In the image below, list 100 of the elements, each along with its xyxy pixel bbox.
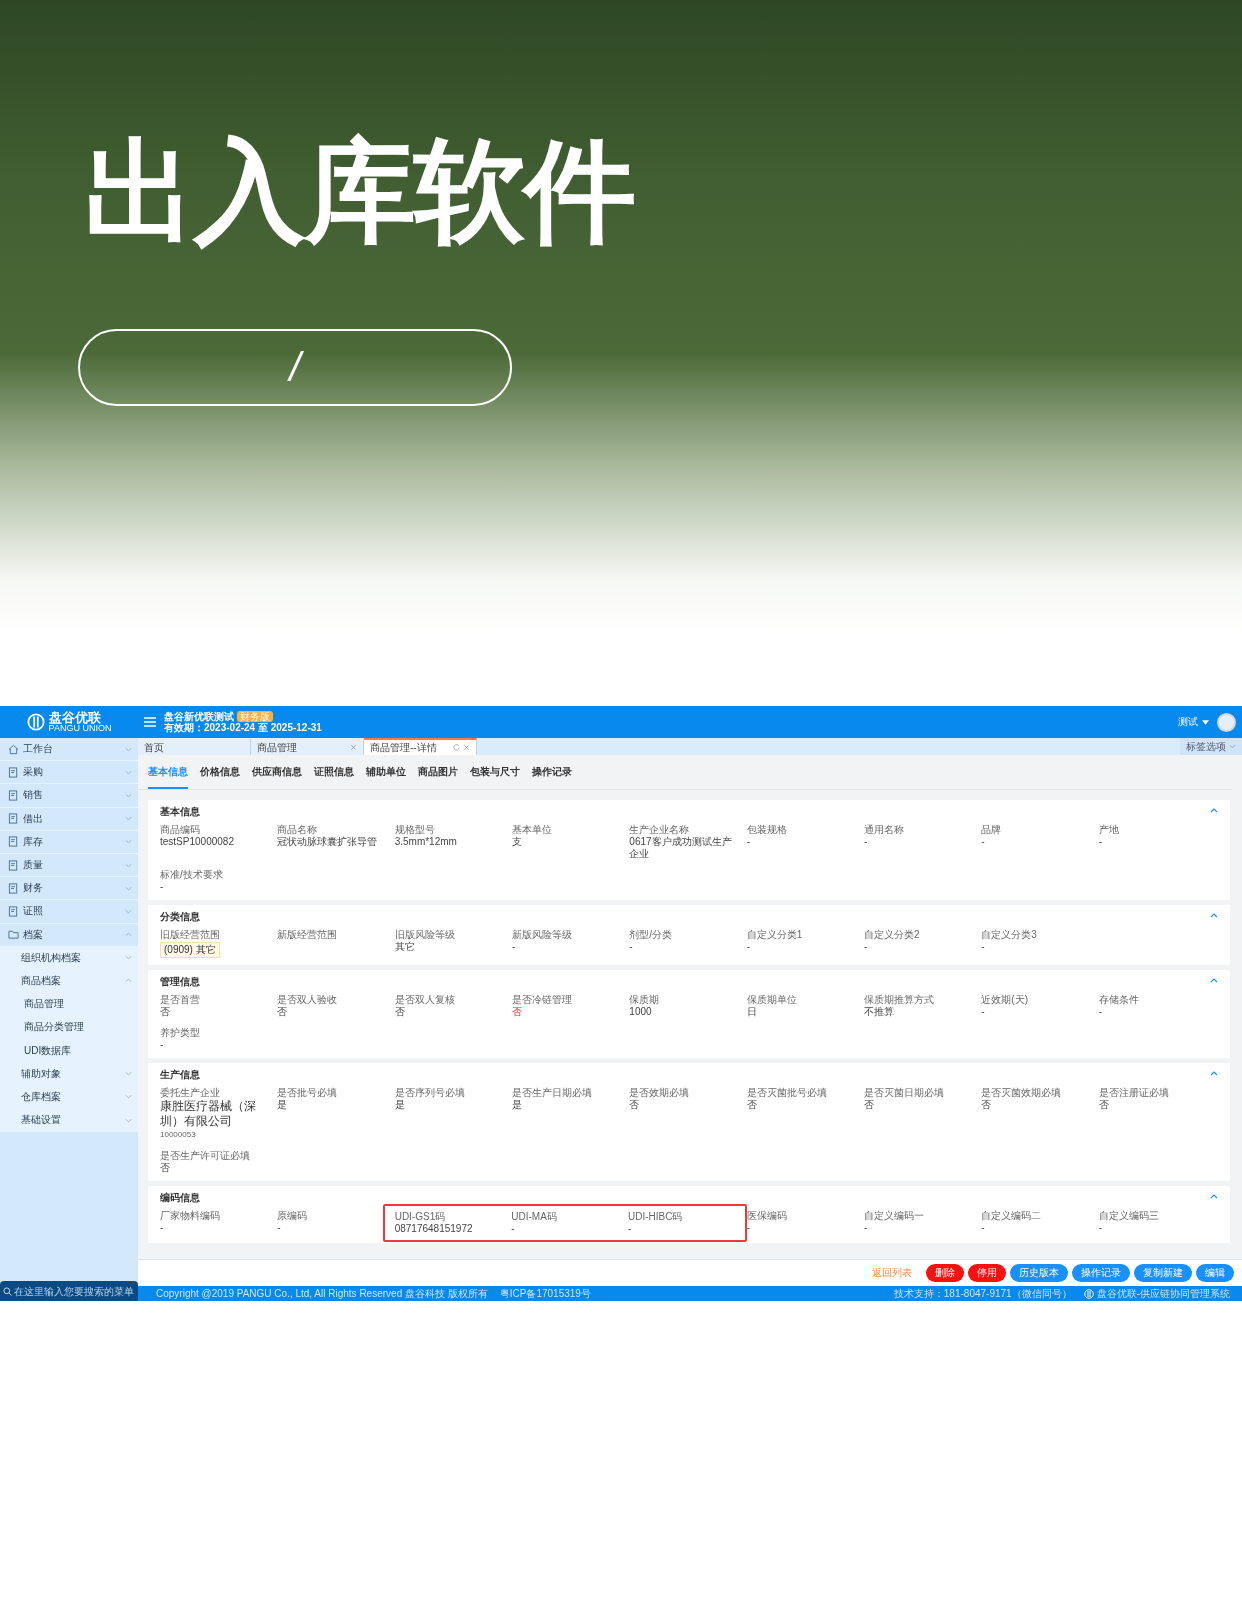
chevron-down-icon[interactable] [1229,743,1236,750]
collapse-icon[interactable] [1210,913,1218,918]
sidebar-item[interactable]: 商品分类管理 [0,1016,138,1040]
card-title: 基本信息 [160,805,200,819]
chevron-down-icon[interactable] [125,1117,132,1123]
caret-icon[interactable] [1202,719,1209,725]
field-label: 商品名称 [277,824,319,836]
chevron-down-icon[interactable] [125,769,132,775]
document-icon [8,836,19,848]
sidebar-item[interactable]: UDI数据库 [0,1039,138,1063]
chevron-down-icon[interactable] [125,816,132,822]
close-icon[interactable] [350,744,357,751]
chevron-down-icon[interactable] [125,1094,132,1100]
field-label: 新版风险等级 [512,929,573,941]
search-icon [3,1286,12,1296]
field-value: 日 [746,1006,758,1018]
field-value: 支 [512,836,523,848]
chevron-up-icon[interactable] [125,932,132,938]
sidebar-item[interactable]: 商品档案 [0,969,138,994]
collapse-icon[interactable] [1210,1071,1218,1076]
card-title: 编码信息 [160,1191,200,1205]
field-label: 自定义分类3 [981,929,1038,941]
chevron-down-icon[interactable] [125,908,132,914]
menu-search-field[interactable]: 在这里输入您要搜索的菜单 [0,1281,138,1301]
field-label: 近效期(天) [981,994,1029,1006]
field-label: 是否效期必填 [629,1087,691,1099]
collapse-icon[interactable] [1210,1194,1218,1199]
section-tab[interactable]: 证照信息 [314,755,354,789]
section-tab[interactable]: 包装与尺寸 [470,755,520,789]
sidebar-item[interactable]: 仓库档案 [0,1085,138,1109]
field-value: 否 [746,1099,758,1111]
avatar[interactable] [1217,712,1236,732]
document-icon [8,882,19,894]
field-value: - [746,941,751,953]
field-label: 存储条件 [1098,994,1140,1006]
field-label: 是否双人复核 [394,994,456,1006]
field-label: UDI-GS1码 [394,1211,447,1223]
section-tab[interactable]: 商品图片 [418,755,458,789]
field-value: - [1098,1222,1103,1234]
field-value: - [864,836,869,848]
sidebar-item[interactable]: 基础设置 [0,1109,138,1133]
logo-subtext: PANGU UNION [48,724,112,733]
field-label: 基本单位 [512,824,553,836]
collapse-icon[interactable] [1210,808,1218,813]
field-value: 否 [1098,1099,1110,1111]
field-label: 规格型号 [394,824,436,836]
field-value: 08717648151972 [394,1223,474,1235]
field-note: 10000053 [160,1129,197,1141]
page-tab[interactable]: 首页 [138,738,251,755]
section-tab[interactable]: 辅助单位 [366,755,406,789]
field-value: 1000 [629,1006,653,1018]
tab-options-button[interactable]: 标签选项 [1180,738,1242,755]
field-value: 冠状动脉球囊扩张导管 [277,836,379,848]
section-tab[interactable]: 操作记录 [532,755,572,789]
sidebar-item[interactable]: 组织机构档案 [0,946,138,970]
home-icon [8,743,19,755]
field-value: 是 [512,1099,523,1111]
field-value: - [981,1006,986,1018]
logo-text: 盘谷优联 [48,711,101,724]
section-tab[interactable]: 供应商信息 [252,755,302,789]
field-label: 是否批号必填 [277,1087,339,1099]
chevron-up-icon[interactable] [125,978,132,984]
chevron-down-icon[interactable] [125,839,132,845]
sidebar-item[interactable]: 商品管理 [0,993,138,1017]
chevron-down-icon[interactable] [125,955,132,961]
folder-icon [8,929,19,941]
field-value: 3.5mm*12mm [394,836,458,848]
sidebar-item[interactable]: 辅助对象 [0,1062,138,1086]
user-name[interactable]: 测试 [1178,715,1198,729]
action-button[interactable]: 删除 [926,1264,964,1282]
page-tab[interactable]: 商品管理--详情 [364,738,477,755]
field-value: 其它 [394,941,416,953]
field-label: 是否首营 [160,994,201,1006]
field-label: 是否生产许可证必填 [160,1150,251,1162]
field-value: 是 [277,1099,289,1111]
chevron-down-icon[interactable] [125,792,132,798]
field-label: 是否灭菌批号必填 [746,1087,828,1099]
page-tab[interactable]: 商品管理 [251,738,364,755]
field-label: 自定义分类2 [864,929,921,941]
refresh-icon[interactable] [453,744,460,751]
hero-title: 出入库软件 [84,128,635,256]
action-button[interactable]: 停用 [968,1264,1006,1282]
field-value: - [864,941,869,953]
collapse-icon[interactable] [1210,978,1218,983]
field-label: 商品编码 [160,824,201,836]
chevron-down-icon[interactable] [125,862,132,868]
field-label: 是否注册证必填 [1098,1087,1170,1099]
close-icon[interactable] [463,744,470,751]
chevron-down-icon[interactable] [125,746,132,752]
section-tab[interactable]: 价格信息 [200,755,240,789]
field-label: 厂家物料编码 [160,1210,221,1222]
chevron-down-icon[interactable] [125,885,132,891]
field-label: 保质期 [629,994,661,1006]
field-value: - [512,941,517,953]
field-label: UDI-MA码 [511,1211,558,1223]
field-label: 保质期单位 [746,994,798,1006]
document-icon [8,813,19,825]
menu-icon[interactable] [144,717,156,727]
chevron-down-icon[interactable] [125,1071,132,1077]
field-value: - [981,836,986,848]
